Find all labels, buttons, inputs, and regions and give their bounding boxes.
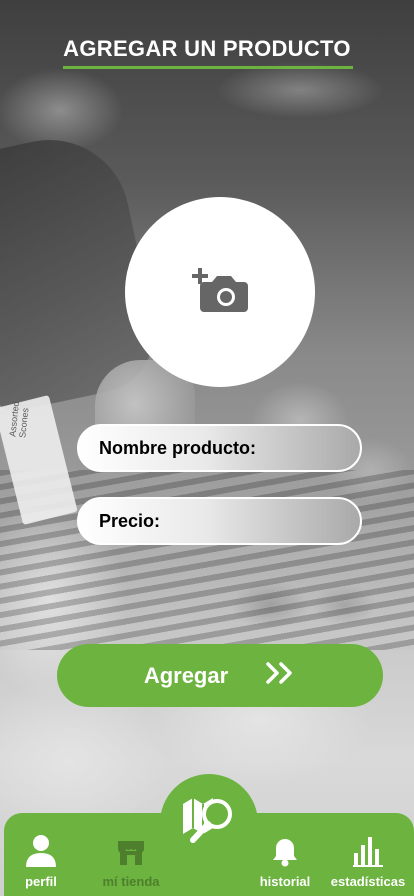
store-icon [116,837,146,870]
add-photo-button[interactable] [125,197,315,387]
nav-item-historial[interactable]: historial [252,823,318,889]
bell-icon [272,837,298,870]
page-title: AGREGAR UN PRODUCTO [63,36,351,61]
map-search-icon [179,790,239,856]
price-sign-text: Assorted Scones [7,400,31,439]
add-product-button[interactable]: Agregar [57,644,383,707]
nav-item-mi-tienda[interactable]: mí tienda [90,823,172,889]
add-button-label: Agregar [143,662,229,688]
nav-item-perfil[interactable]: perfil [16,823,66,889]
nav-item-label: estadísticas [330,874,406,889]
product-price-field[interactable]: Precio: [77,497,362,545]
product-name-label: Nombre producto: [99,437,256,458]
person-icon [24,833,58,870]
nav-item-label: historial [259,874,311,889]
nav-item-label: mí tienda [102,874,160,889]
product-name-field[interactable]: Nombre producto: [77,424,362,472]
bar-chart-icon [353,835,383,870]
title-underline [63,66,353,69]
product-price-label: Precio: [99,510,161,531]
double-chevron-right-icon [264,661,296,691]
nav-item-estadisticas[interactable]: estadísticas [322,823,414,889]
add-photo-camera-icon [190,264,250,320]
nav-item-label: perfil [25,874,57,889]
nav-map-search-button[interactable] [160,774,258,872]
